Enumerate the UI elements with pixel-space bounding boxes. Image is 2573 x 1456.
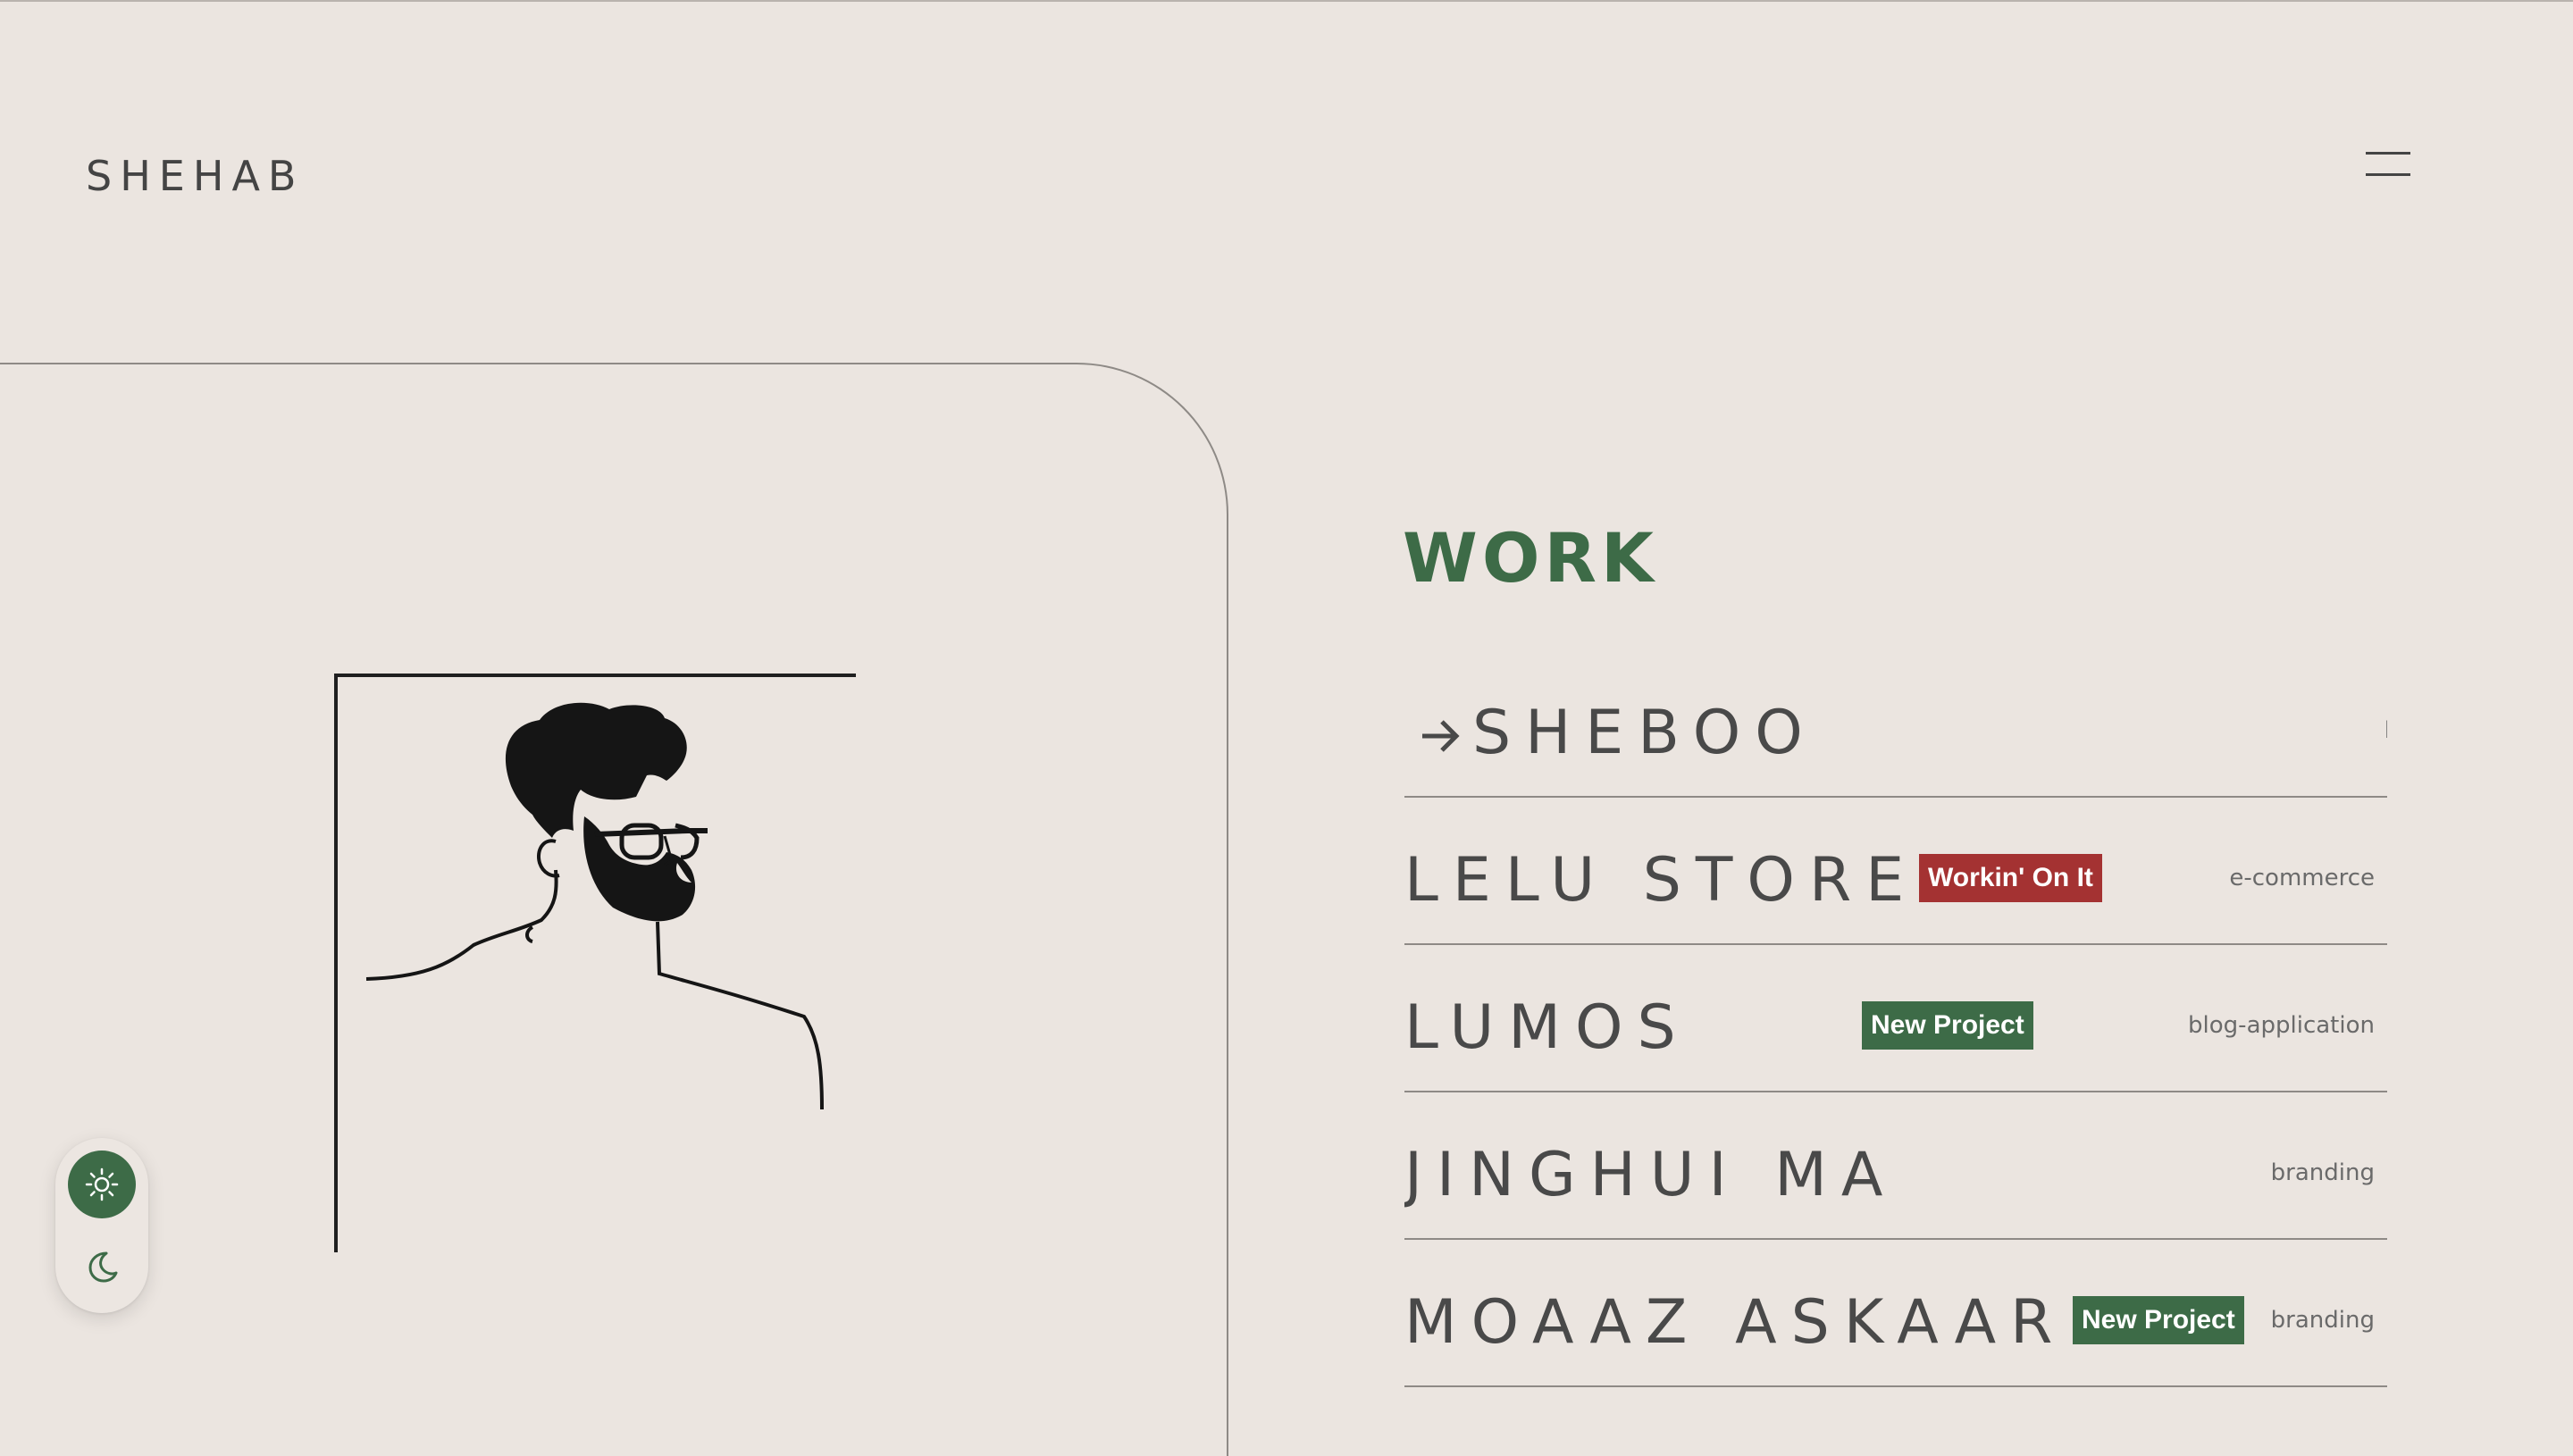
project-name: SHEBOO [1417, 703, 1817, 764]
work-title: WORK [1403, 518, 1658, 598]
menu-button[interactable] [2366, 152, 2414, 179]
sun-icon [85, 1167, 119, 1201]
project-category: branding [2270, 1159, 2375, 1186]
portfolio-page: SHEHAB WORK SHEBOO LELU STORE Workin' On… [0, 0, 2573, 1456]
project-row-lelu-store[interactable]: LELU STORE Workin' On It e-commerce [1404, 798, 2387, 945]
logo-text: SHEHAB [86, 152, 305, 200]
site-logo[interactable]: SHEHAB [86, 152, 304, 200]
project-row-lumos[interactable]: LUMOS New Project blog-application [1404, 945, 2387, 1092]
project-row-jinghui-ma[interactable]: JINGHUI MA branding [1404, 1092, 2387, 1240]
project-name: JINGHUI MA [1404, 1140, 1898, 1210]
project-name: LUMOS [1404, 992, 1690, 1063]
project-row-sheboo[interactable]: SHEBOO bra [1404, 650, 2387, 798]
theme-toggle [55, 1138, 148, 1313]
status-badge: Workin' On It [1919, 854, 2102, 902]
status-badge: New Project [2073, 1296, 2244, 1344]
project-category: branding [2270, 1307, 2375, 1334]
status-badge: New Project [1862, 1001, 2033, 1050]
project-row-moaaz-askaar[interactable]: MOAAZ ASKAAR New Project branding [1404, 1240, 2387, 1387]
project-name: LELU STORE [1404, 845, 1919, 916]
project-category: bra [2384, 717, 2387, 744]
light-mode-button[interactable] [68, 1151, 136, 1218]
project-category: blog-application [2188, 1012, 2375, 1039]
project-name: MOAAZ ASKAAR [1404, 1287, 2067, 1358]
project-category: e-commerce [2229, 865, 2375, 891]
hamburger-menu-icon [2366, 152, 2414, 179]
portrait-illustration [334, 674, 856, 1252]
moon-icon [88, 1251, 118, 1283]
arrow-right-icon [1422, 720, 1460, 753]
dark-mode-button[interactable] [68, 1233, 136, 1301]
